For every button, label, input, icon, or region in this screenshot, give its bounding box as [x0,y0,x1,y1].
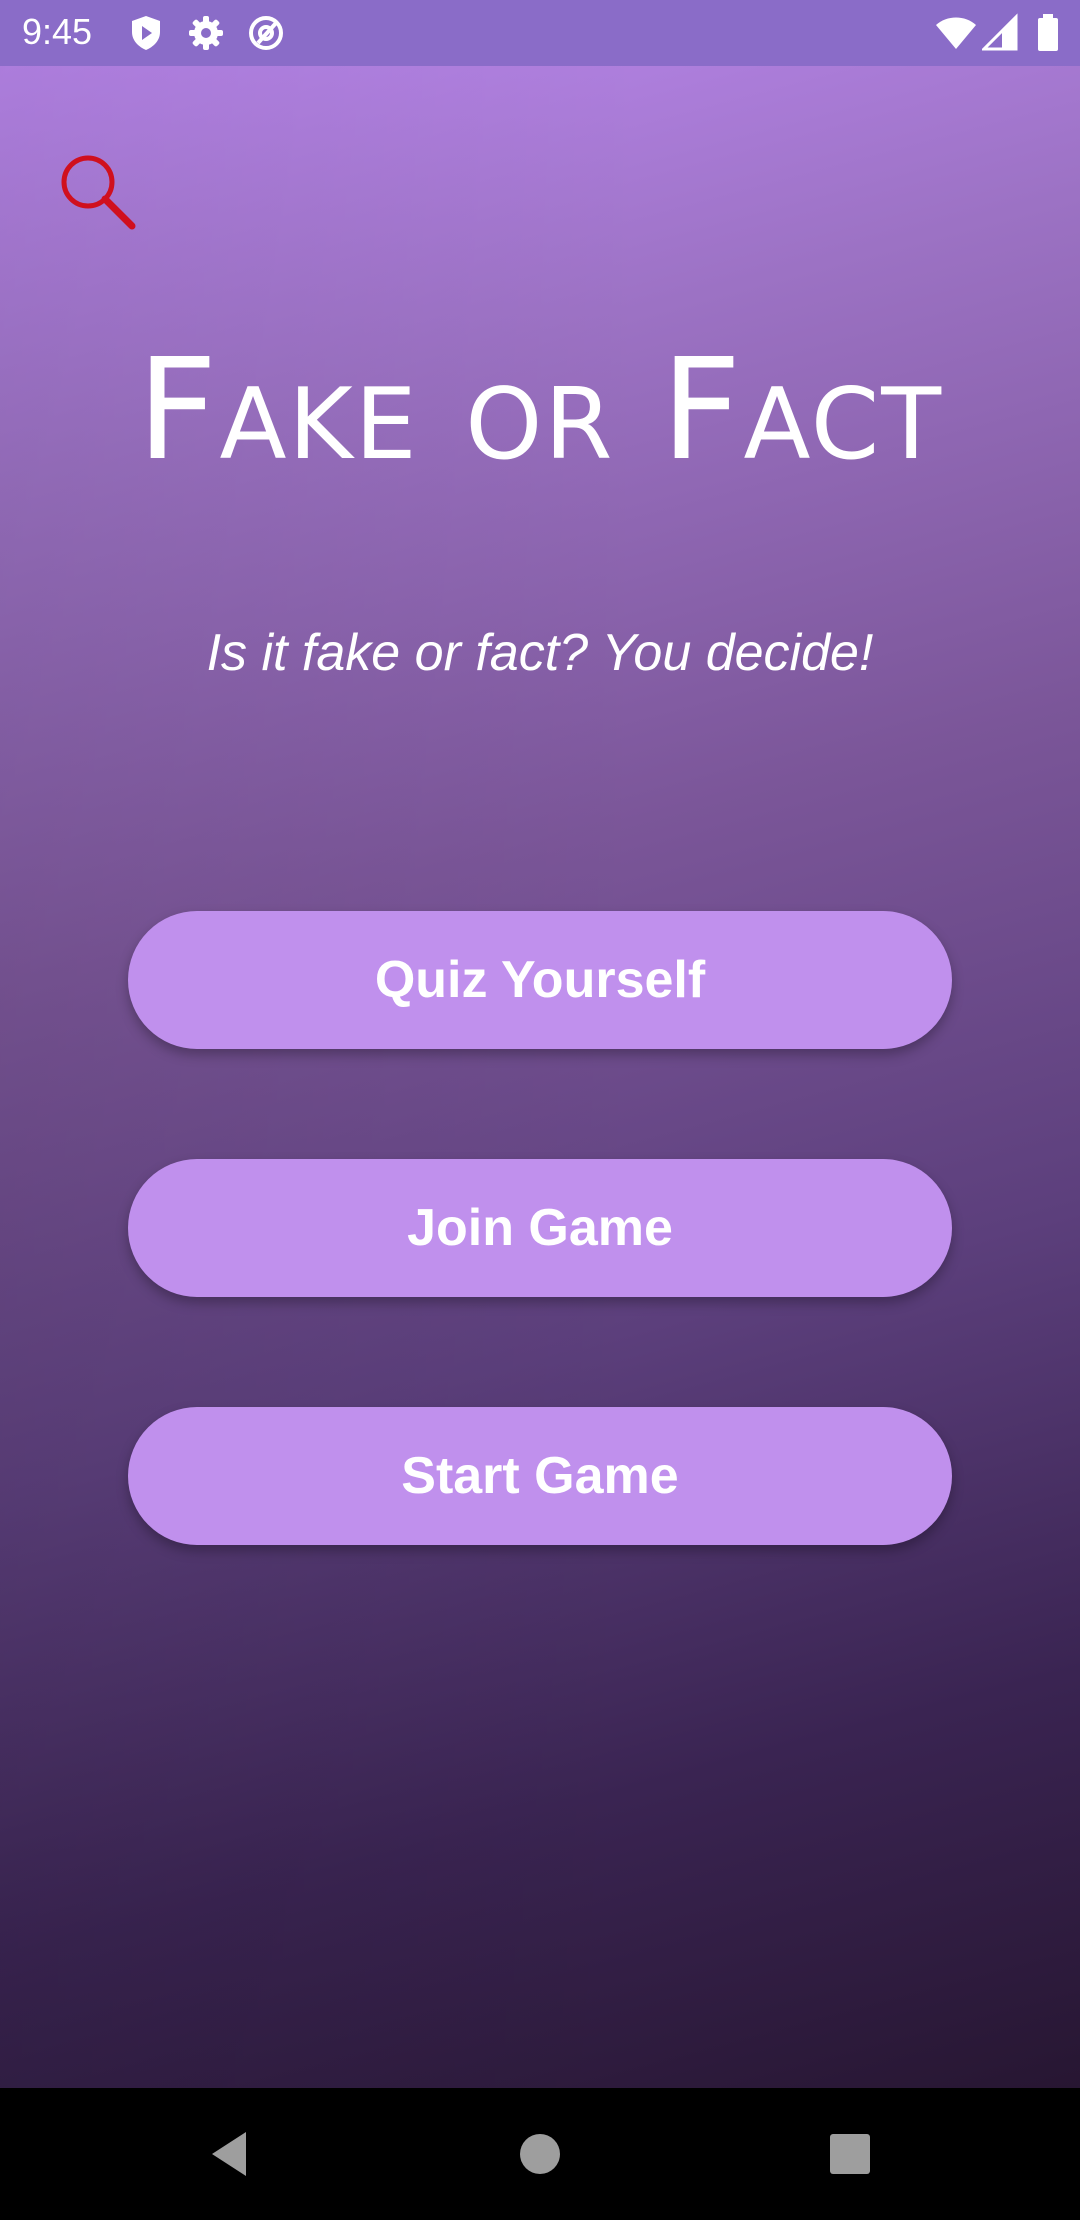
status-time: 9:45 [22,11,93,52]
quiz-yourself-button[interactable]: Quiz Yourself [128,911,952,1049]
recents-square-icon[interactable] [810,2114,890,2194]
settings-gear-icon [189,16,223,50]
wifi-icon [936,17,976,49]
app-tagline: Is it fake or fact? You decide! [206,624,874,682]
battery-icon [1038,14,1058,51]
status-bar: 9:45 [0,0,1080,66]
cellular-signal-icon [982,13,1018,51]
home-circle-icon[interactable] [500,2114,580,2194]
start-game-button[interactable]: Start Game [128,1407,952,1545]
play-protect-icon [132,16,160,50]
at-sign-icon [249,16,283,50]
phone-screen: 9:45 Fake or Fact Is it fake or fact? Yo… [0,0,1080,2220]
app-content: Fake or Fact Is it fake or fact? You dec… [0,66,1080,2088]
back-triangle-icon[interactable] [192,2114,272,2194]
navigation-bar [0,2088,1080,2220]
app-title: Fake or Fact [136,329,944,492]
join-game-button[interactable]: Join Game [128,1159,952,1297]
magnifier-icon[interactable] [56,150,140,234]
